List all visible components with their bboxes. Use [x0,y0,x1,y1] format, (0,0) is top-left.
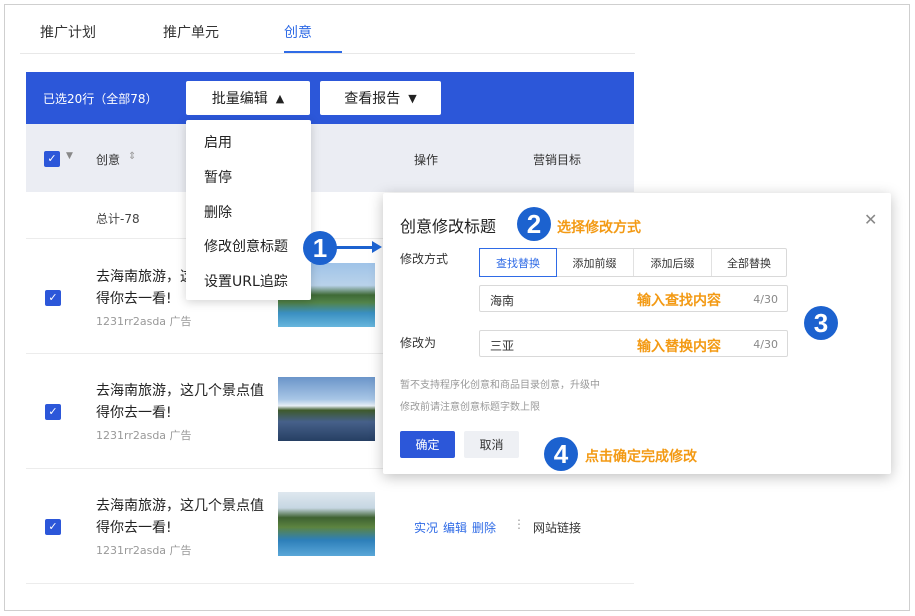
row-divider [26,583,634,584]
creative-subtitle: 1231rr2asda 广告 [96,544,192,557]
creative-title: 去海南旅游，这几个景点值得你去一看! [96,498,264,536]
view-report-label: 查看报告 [344,91,401,107]
batch-edit-label: 批量编辑 [211,91,268,107]
chevron-down-icon: ▼ [408,91,417,105]
replace-input-note: 输入替换内容 [637,339,721,355]
mode-find-replace[interactable]: 查找替换 [479,248,557,277]
step-2-marker: 2 [517,207,551,241]
replace-char-count: 4/30 [753,338,778,351]
delete-link[interactable]: 删除 [472,521,496,535]
active-tab-indicator [284,51,342,53]
dialog-note: 修改前请注意创意标题字数上限 [400,402,540,413]
mode-label: 修改方式 [400,252,449,266]
step-4-marker: 4 [544,437,578,471]
chevron-up-icon: ▲ [275,91,285,105]
column-header-operation: 操作 [414,153,439,167]
close-icon[interactable]: ✕ [864,210,877,229]
select-all-checkbox[interactable]: ✓ [44,151,60,167]
tab-bar: 推广计划 推广单元 创意 [20,20,635,54]
menu-item-pause[interactable]: 暂停 [204,167,232,187]
row-checkbox[interactable]: ✓ [45,290,61,306]
table-row: ✓ 去海南旅游，这几个景点值得你去一看! 1231rr2asda 广告 实况 编辑… [26,469,634,583]
mode-replace-all[interactable]: 全部替换 [712,249,786,276]
find-input-value: 海南 [490,294,515,308]
sort-icon[interactable]: ⇕ [128,151,136,162]
replace-label: 修改为 [400,336,437,350]
cancel-button[interactable]: 取消 [464,431,519,458]
view-report-button[interactable]: 查看报告 ▼ [320,81,441,115]
more-icon[interactable]: ⋮ [513,517,525,531]
selection-count: 已选20行（全部78） [43,92,158,106]
replace-input[interactable]: 三亚 4/30 [479,330,788,357]
arrow-right-icon [336,246,376,249]
tab-creative[interactable]: 创意 [284,22,312,42]
dialog-title: 创意修改标题 [400,217,497,236]
row-checkbox[interactable]: ✓ [45,404,61,420]
step-3-marker: 3 [804,306,838,340]
table-header: ✓ ▼ 创意 ⇕ 操作 营销目标 [26,124,634,192]
row-checkbox[interactable]: ✓ [45,519,61,535]
mode-add-suffix[interactable]: 添加后缀 [634,249,712,276]
step-4-note: 点击确定完成修改 [585,449,697,465]
menu-item-edit-title[interactable]: 修改创意标题 [204,236,288,256]
step-1-marker: 1 [303,231,337,265]
chevron-down-icon[interactable]: ▼ [66,151,73,161]
selection-toolbar: 已选20行（全部78） 批量编辑 ▲ 查看报告 ▼ [26,72,634,124]
dialog-note: 暂不支持程序化创意和商品目录创意，升级中 [400,380,600,391]
creative-subtitle: 1231rr2asda 广告 [96,429,192,442]
arrow-head-icon [372,241,382,253]
creative-subtitle: 1231rr2asda 广告 [96,315,192,328]
creative-thumbnail [278,492,375,556]
find-input[interactable]: 海南 4/30 [479,285,788,312]
menu-item-enable[interactable]: 启用 [204,132,232,152]
marketing-goal: 网站链接 [533,521,582,535]
creative-thumbnail [278,377,375,441]
find-char-count: 4/30 [753,293,778,306]
column-header-goal: 营销目标 [533,153,582,167]
confirm-button[interactable]: 确定 [400,431,455,458]
mode-add-prefix[interactable]: 添加前缀 [556,249,634,276]
batch-edit-menu: 启用 暂停 删除 修改创意标题 设置URL追踪 [186,120,311,300]
find-input-note: 输入查找内容 [637,293,721,309]
step-2-note: 选择修改方式 [557,220,641,236]
live-link[interactable]: 实况 [414,521,438,535]
total-count: 总计-78 [96,212,140,226]
mode-selector: 查找替换 添加前缀 添加后缀 全部替换 [479,248,787,277]
tab-ad-unit[interactable]: 推广单元 [163,22,219,42]
menu-item-url-tracking[interactable]: 设置URL追踪 [204,271,288,291]
column-header-creative[interactable]: 创意 [96,151,120,168]
row-actions: 实况 编辑 删除 [414,519,501,536]
replace-input-value: 三亚 [490,339,515,353]
tab-campaign[interactable]: 推广计划 [40,22,96,42]
creative-title: 去海南旅游，这几个景点值得你去一看! [96,383,264,421]
edit-link[interactable]: 编辑 [443,521,467,535]
batch-edit-button[interactable]: 批量编辑 ▲ [186,81,310,115]
menu-item-delete[interactable]: 删除 [204,202,232,222]
